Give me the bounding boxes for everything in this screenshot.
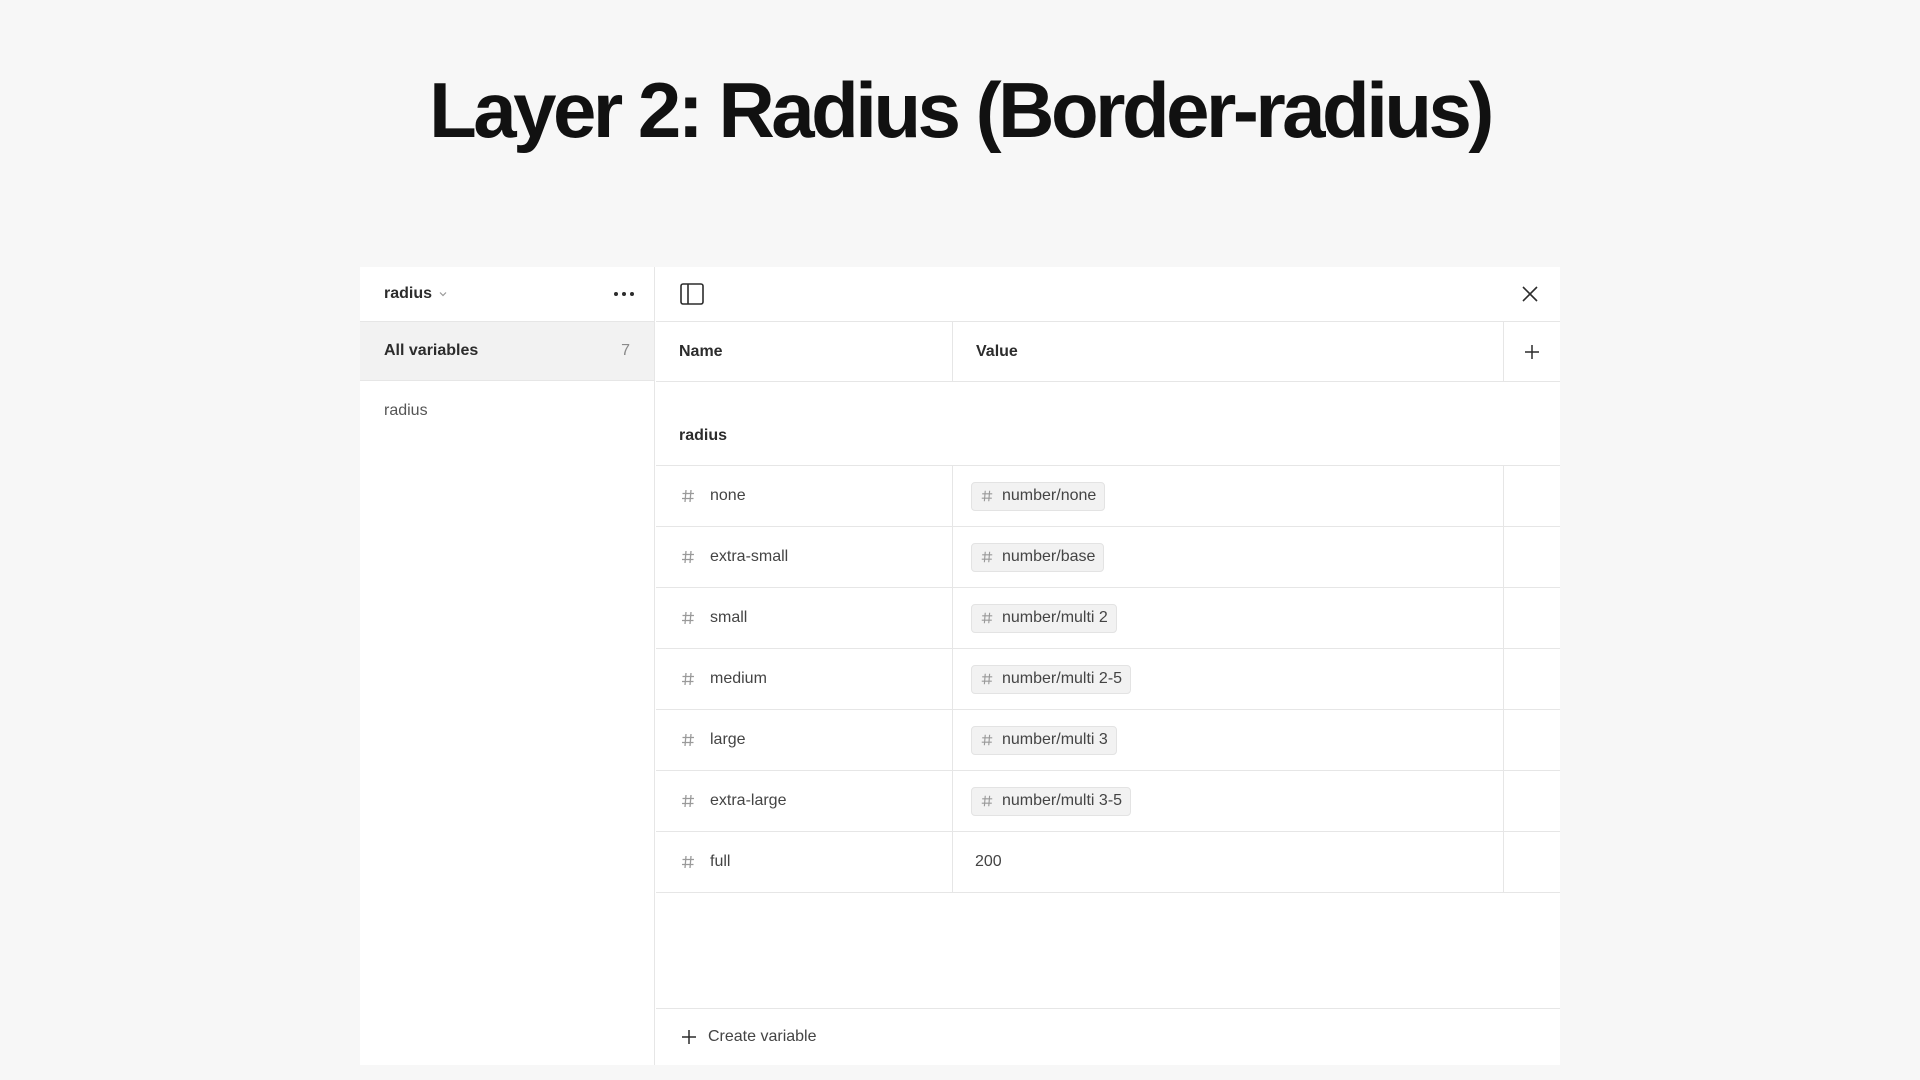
variable-name: large bbox=[710, 731, 746, 748]
row-spacer-cell bbox=[1504, 466, 1560, 526]
group-header: radius bbox=[656, 382, 1560, 466]
alias-value-pill[interactable]: number/multi 2-5 bbox=[971, 664, 1132, 694]
alias-value-label: number/base bbox=[1002, 548, 1096, 565]
table-row[interactable]: extra-small number/base bbox=[656, 527, 1560, 588]
variable-name: extra-large bbox=[710, 792, 787, 809]
add-column-button[interactable] bbox=[1504, 322, 1560, 381]
number-hash-icon bbox=[682, 794, 694, 808]
more-options-icon[interactable] bbox=[612, 286, 636, 302]
plus-icon bbox=[1525, 344, 1539, 359]
create-variable-label: Create variable bbox=[708, 1028, 817, 1045]
alias-value-label: number/multi 3-5 bbox=[1002, 792, 1123, 809]
number-hash-icon bbox=[981, 490, 993, 502]
table-row[interactable]: none number/none bbox=[656, 466, 1560, 527]
alias-value-label: number/multi 3 bbox=[1002, 731, 1108, 748]
variable-value-cell[interactable]: number/none bbox=[953, 466, 1504, 526]
number-hash-icon bbox=[682, 672, 694, 686]
variable-value-cell[interactable]: 200 bbox=[953, 832, 1504, 892]
table-header: Name Value bbox=[656, 321, 1560, 382]
variable-value-cell[interactable]: number/multi 3-5 bbox=[953, 771, 1504, 831]
page-title: Layer 2: Radius (Border-radius) bbox=[429, 66, 1494, 154]
alias-value-label: number/multi 2 bbox=[1002, 609, 1108, 626]
collection-selector[interactable]: radius bbox=[384, 285, 448, 303]
variable-value-cell[interactable]: number/multi 2 bbox=[953, 588, 1504, 648]
alias-value-label: number/none bbox=[1002, 487, 1097, 504]
number-hash-icon bbox=[981, 612, 993, 624]
alias-value-pill[interactable]: number/multi 3 bbox=[971, 725, 1117, 755]
collection-name: radius bbox=[384, 285, 433, 302]
alias-value-pill[interactable]: number/multi 3-5 bbox=[971, 786, 1132, 816]
alias-value-pill[interactable]: number/none bbox=[971, 481, 1106, 511]
variable-name: medium bbox=[710, 670, 767, 687]
sidebar-toggle-icon[interactable] bbox=[680, 282, 704, 306]
row-spacer-cell bbox=[1504, 832, 1560, 892]
variable-name-cell: extra-small bbox=[656, 527, 953, 587]
table-row[interactable]: large number/multi 3 bbox=[656, 710, 1560, 771]
variable-name: small bbox=[710, 609, 748, 626]
number-hash-icon bbox=[682, 855, 694, 869]
variables-table-area: Name Value radius none number/none extra… bbox=[656, 267, 1560, 1065]
alias-value-pill[interactable]: number/multi 2 bbox=[971, 603, 1117, 633]
variable-name-cell: small bbox=[656, 588, 953, 648]
sidebar-item-radius[interactable]: radius bbox=[360, 381, 654, 441]
number-hash-icon bbox=[981, 551, 993, 563]
number-hash-icon bbox=[682, 611, 694, 625]
column-header-value: Value bbox=[953, 322, 1504, 381]
group-label: radius bbox=[679, 427, 728, 444]
row-spacer-cell bbox=[1504, 771, 1560, 831]
close-icon[interactable] bbox=[1518, 282, 1542, 306]
number-hash-icon bbox=[981, 734, 993, 746]
sidebar-header: radius bbox=[360, 267, 654, 321]
variable-name: extra-small bbox=[710, 548, 789, 565]
sidebar-item-all-variables[interactable]: All variables 7 bbox=[360, 321, 654, 381]
table-row[interactable]: small number/multi 2 bbox=[656, 588, 1560, 649]
all-variables-count: 7 bbox=[621, 342, 630, 359]
row-spacer-cell bbox=[1504, 527, 1560, 587]
collections-sidebar: radius All variables 7 radius bbox=[360, 267, 655, 1065]
variable-name-cell: medium bbox=[656, 649, 953, 709]
variables-panel: radius All variables 7 radius Name Value… bbox=[360, 267, 1560, 1065]
alias-value-label: number/multi 2-5 bbox=[1002, 670, 1123, 687]
variable-value-cell[interactable]: number/base bbox=[953, 527, 1504, 587]
variable-rows: none number/none extra-small number/base… bbox=[656, 466, 1560, 893]
variable-name-cell: full bbox=[656, 832, 953, 892]
table-row[interactable]: extra-large number/multi 3-5 bbox=[656, 771, 1560, 832]
number-hash-icon bbox=[682, 550, 694, 564]
all-variables-label: All variables bbox=[384, 342, 479, 359]
chevron-down-icon bbox=[439, 292, 447, 297]
number-hash-icon bbox=[981, 795, 993, 807]
number-hash-icon bbox=[682, 489, 694, 503]
variable-name-cell: extra-large bbox=[656, 771, 953, 831]
raw-value[interactable]: 200 bbox=[971, 853, 1002, 871]
row-spacer-cell bbox=[1504, 649, 1560, 709]
row-spacer-cell bbox=[1504, 588, 1560, 648]
create-variable-button[interactable]: Create variable bbox=[656, 1008, 1560, 1065]
variable-name: none bbox=[710, 487, 746, 504]
number-hash-icon bbox=[682, 733, 694, 747]
variable-value-cell[interactable]: number/multi 2-5 bbox=[953, 649, 1504, 709]
toolbar bbox=[656, 267, 1560, 321]
table-row[interactable]: full 200 bbox=[656, 832, 1560, 893]
plus-icon bbox=[682, 1030, 696, 1044]
variable-name: full bbox=[710, 853, 731, 870]
variable-value-cell[interactable]: number/multi 3 bbox=[953, 710, 1504, 770]
alias-value-pill[interactable]: number/base bbox=[971, 542, 1105, 572]
variable-name-cell: large bbox=[656, 710, 953, 770]
table-row[interactable]: medium number/multi 2-5 bbox=[656, 649, 1560, 710]
row-spacer-cell bbox=[1504, 710, 1560, 770]
variable-name-cell: none bbox=[656, 466, 953, 526]
number-hash-icon bbox=[981, 673, 993, 685]
column-header-name: Name bbox=[656, 322, 953, 381]
